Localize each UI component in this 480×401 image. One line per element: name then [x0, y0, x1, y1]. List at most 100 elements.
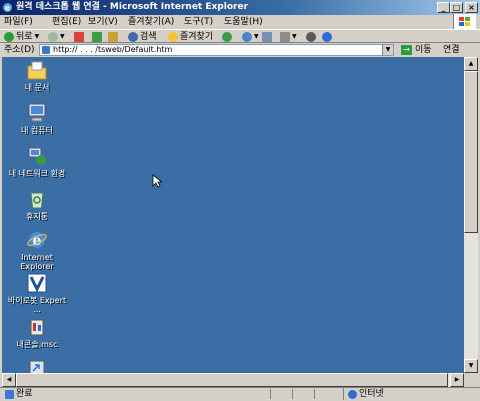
home-button[interactable] — [108, 31, 120, 43]
menu-edit[interactable]: 편집(E) — [52, 15, 81, 29]
status-done: 완료 — [5, 388, 33, 401]
status-text: 완료 — [16, 389, 33, 399]
go-button[interactable]: → 이동 — [401, 44, 432, 56]
minimize-button[interactable]: _ — [437, 2, 450, 13]
print-icon — [280, 32, 290, 42]
status-bar: 완료 인터넷 — [0, 387, 480, 400]
search-icon — [128, 32, 138, 42]
desktop-icon-virobot[interactable]: 바이로봇 Expert ... — [5, 272, 69, 314]
messenger-button[interactable] — [322, 31, 334, 43]
back-label: 뒤로 — [16, 32, 33, 42]
scroll-down-button[interactable]: ▼ — [464, 359, 478, 373]
msc-console-icon — [26, 316, 48, 338]
messenger-icon — [322, 32, 332, 42]
favorites-button[interactable]: 즐겨찾기 — [168, 31, 213, 43]
media-icon — [222, 32, 232, 42]
discuss-button[interactable] — [306, 31, 318, 43]
desktop-icon-label: Internet Explorer — [20, 253, 54, 271]
desktop-icon-label: 내 문서 — [24, 83, 50, 92]
links-button[interactable]: 연결 — [443, 43, 460, 57]
virobot-icon — [26, 272, 48, 294]
horizontal-scrollbar[interactable]: ◀ ▶ — [2, 373, 464, 387]
address-label: 주소(D) — [4, 45, 35, 55]
favorites-label: 즐겨찾기 — [180, 32, 214, 42]
scrollbar-corner — [464, 373, 478, 387]
desktop-icon-label: 내콘솔.msc — [16, 340, 58, 349]
menu-file[interactable]: 파일(F) — [4, 15, 33, 29]
svg-text:e: e — [5, 4, 11, 13]
desktop-icon-my-computer[interactable]: 내 컴퓨터 — [5, 102, 69, 135]
address-input[interactable]: http:// . . . /tsweb/Default.htm ▼ — [39, 44, 394, 56]
toolbar: 뒤로 ▼ ▼ 검색 즐겨찾기 ▼ ▼ — [0, 29, 480, 43]
remote-desktop-view[interactable]: 내 문서 내 컴퓨터 내 네트워크 환경 휴지통 e Internet Expl… — [2, 57, 464, 373]
home-icon — [108, 32, 118, 42]
desktop-icon-label: 내 네트워크 환경 — [8, 169, 66, 178]
desktop-icon-shortcut[interactable] — [5, 357, 69, 373]
history-button[interactable]: ▼ — [242, 31, 259, 43]
horizontal-scroll-thumb[interactable] — [16, 373, 448, 387]
mouse-pointer-icon — [152, 174, 162, 188]
forward-button[interactable]: ▼ — [48, 31, 65, 43]
desktop-icon-network-places[interactable]: 내 네트워크 환경 — [5, 145, 69, 178]
back-button[interactable]: 뒤로 ▼ — [4, 31, 39, 43]
scroll-left-button[interactable]: ◀ — [2, 373, 16, 387]
menu-favorites[interactable]: 즐겨찾기(A) — [128, 15, 174, 29]
internet-explorer-icon: e — [3, 3, 12, 13]
address-dropdown-button[interactable]: ▼ — [382, 45, 393, 55]
status-divider — [314, 389, 315, 399]
menu-help[interactable]: 도움말(H) — [224, 15, 263, 29]
close-button[interactable]: × — [465, 2, 478, 13]
maximize-button[interactable]: □ — [450, 2, 463, 13]
desktop-icon-label: 내 컴퓨터 — [21, 126, 53, 135]
search-label: 검색 — [140, 32, 157, 42]
refresh-button[interactable] — [92, 31, 104, 43]
desktop-icon-internet-explorer[interactable]: e Internet Explorer — [5, 229, 69, 271]
forward-arrow-icon — [48, 32, 58, 42]
address-bar: 주소(D) http:// . . . /tsweb/Default.htm ▼… — [0, 43, 480, 57]
history-icon — [242, 32, 252, 42]
desktop-icon-label: 바이로봇 Expert ... — [7, 296, 67, 314]
desktop-icon-recycle-bin[interactable]: 휴지통 — [5, 188, 69, 221]
page-done-icon — [5, 390, 14, 399]
search-button[interactable]: 검색 — [128, 31, 157, 43]
status-divider — [292, 389, 293, 399]
recycle-bin-icon — [26, 188, 48, 210]
chevron-down-icon: ▼ — [34, 33, 40, 40]
chevron-down-icon: ▼ — [292, 33, 297, 40]
menu-bar: 파일(F) 편집(E) 보기(V) 즐겨찾기(A) 도구(T) 도움말(H) — [0, 15, 480, 29]
stop-icon — [74, 32, 84, 42]
my-computer-icon — [26, 102, 48, 124]
status-divider — [270, 389, 271, 399]
go-label: 이동 — [415, 45, 432, 55]
address-url: http:// . . . /tsweb/Default.htm — [53, 45, 173, 54]
status-zone: 인터넷 — [343, 388, 384, 400]
menu-view[interactable]: 보기(V) — [88, 15, 118, 29]
stop-button[interactable] — [74, 31, 86, 43]
menu-tools[interactable]: 도구(T) — [184, 15, 213, 29]
go-arrow-icon: → — [401, 45, 412, 55]
vertical-scroll-thumb[interactable] — [464, 71, 478, 233]
refresh-icon — [92, 32, 102, 42]
shortcut-icon — [26, 357, 48, 373]
chevron-down-icon: ▼ — [254, 33, 259, 40]
media-button[interactable] — [222, 31, 234, 43]
internet-explorer-icon: e — [26, 229, 48, 251]
print-button[interactable]: ▼ — [280, 31, 297, 43]
network-places-icon — [26, 145, 48, 167]
discuss-icon — [306, 32, 316, 42]
scroll-right-button[interactable]: ▶ — [450, 373, 464, 387]
internet-zone-icon — [348, 389, 357, 399]
chevron-down-icon: ▼ — [60, 33, 65, 40]
page-icon — [42, 46, 50, 54]
star-icon — [168, 32, 178, 42]
desktop-icon-label: 휴지통 — [25, 212, 49, 221]
desktop-icon-my-documents[interactable]: 내 문서 — [5, 59, 69, 92]
scroll-up-button[interactable]: ▲ — [464, 57, 478, 71]
zone-text: 인터넷 — [359, 388, 384, 399]
mail-button[interactable] — [262, 31, 274, 43]
windows-logo-icon — [453, 14, 476, 30]
my-documents-icon — [26, 59, 48, 81]
back-arrow-icon — [4, 32, 14, 42]
vertical-scrollbar[interactable]: ▲ ▼ — [464, 57, 478, 373]
desktop-icon-msc-console[interactable]: 내콘솔.msc — [5, 316, 69, 349]
